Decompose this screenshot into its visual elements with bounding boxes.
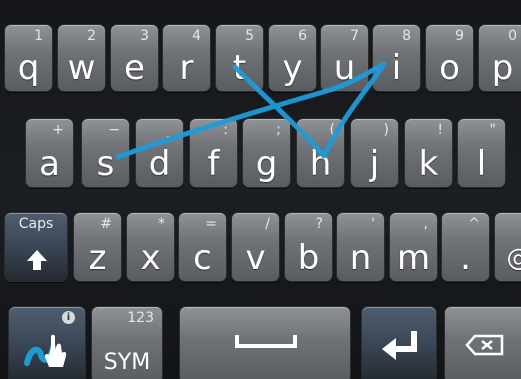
key-p-label: p: [491, 48, 514, 88]
key-y-sub: 6: [298, 28, 307, 44]
key-n-label: n: [349, 238, 372, 278]
key-w-label: w: [67, 48, 96, 88]
key-o-label: o: [439, 48, 460, 88]
caps-label: Caps: [18, 216, 54, 232]
key-f-sub: :: [223, 122, 228, 138]
key-b-label: b: [297, 238, 320, 278]
key-c[interactable]: = c: [178, 212, 227, 282]
key-t-label: t: [232, 48, 247, 88]
key-at-label: @: [495, 241, 521, 275]
swype-logo-icon: [24, 334, 67, 367]
key-z-sub: #: [100, 216, 112, 232]
key-k[interactable]: ! k: [404, 118, 453, 188]
key-m-sub: ,: [423, 216, 428, 232]
key-d-sub: _: [167, 122, 174, 138]
key-a[interactable]: + a: [25, 118, 74, 188]
key-p[interactable]: 0 p: [478, 24, 521, 92]
key-i-label: i: [391, 48, 402, 88]
key-b-sub: ?: [315, 216, 323, 232]
key-u-sub: 7: [350, 28, 359, 44]
sym-number-label: 123: [127, 310, 154, 326]
key-d[interactable]: _ d: [135, 118, 184, 188]
key-b[interactable]: ? b: [284, 212, 333, 282]
key-d-label: d: [148, 144, 171, 184]
info-badge: i: [62, 311, 75, 324]
key-g[interactable]: ; g: [242, 118, 291, 188]
enter-return-icon: [382, 331, 417, 360]
key-a-sub: +: [52, 122, 64, 138]
key-h-label: h: [309, 144, 332, 184]
key-s[interactable]: − s: [81, 118, 130, 188]
key-l[interactable]: " l: [457, 118, 506, 188]
key-v-label: v: [245, 238, 266, 278]
key-u[interactable]: 7 u: [320, 24, 369, 92]
sym-key[interactable]: 123 SYM: [91, 306, 163, 379]
key-h-sub: (: [329, 122, 335, 138]
backspace-key[interactable]: [444, 306, 521, 379]
key-q[interactable]: 1 q: [4, 24, 53, 92]
backspace-icon: [465, 334, 504, 356]
key-w-sub: 2: [87, 28, 96, 44]
swype-key[interactable]: i: [8, 306, 86, 379]
key-f[interactable]: : f: [189, 118, 238, 188]
key-g-sub: ;: [276, 122, 281, 138]
key-w[interactable]: 2 w: [57, 24, 106, 92]
key-y-label: y: [282, 48, 303, 88]
key-j[interactable]: ) j: [350, 118, 399, 188]
key-k-label: k: [418, 144, 439, 184]
key-e-label: e: [124, 48, 145, 88]
key-m-label: m: [396, 238, 431, 278]
key-m[interactable]: , m: [389, 212, 438, 282]
key-c-label: c: [193, 238, 212, 278]
key-o[interactable]: 9 o: [425, 24, 474, 92]
key-c-sub: =: [205, 216, 217, 232]
key-t-sub: 5: [245, 28, 254, 44]
key-e[interactable]: 3 e: [110, 24, 159, 92]
key-v[interactable]: / v: [231, 212, 280, 282]
key-e-sub: 3: [140, 28, 149, 44]
caps-key[interactable]: Caps: [4, 212, 68, 282]
key-period-label: .: [460, 238, 471, 278]
key-h[interactable]: ( h: [296, 118, 345, 188]
space-bar[interactable]: [179, 306, 351, 379]
key-s-sub: −: [108, 122, 120, 138]
key-p-sub: 0: [508, 28, 517, 44]
key-n-sub: ': [371, 216, 375, 232]
key-j-label: j: [369, 144, 380, 184]
key-k-sub: !: [437, 122, 443, 138]
key-v-sub: /: [265, 216, 270, 232]
key-r[interactable]: 4 r: [162, 24, 211, 92]
key-g-label: g: [255, 144, 278, 184]
key-x[interactable]: * x: [126, 212, 175, 282]
key-period-sub: ^: [468, 216, 480, 232]
sym-label: SYM: [103, 350, 151, 375]
key-z-label: z: [88, 238, 107, 278]
key-u-label: u: [333, 48, 356, 88]
enter-key[interactable]: [361, 306, 437, 379]
key-x-sub: *: [158, 216, 165, 232]
key-at[interactable]: ~ @: [494, 212, 521, 282]
key-z[interactable]: # z: [73, 212, 122, 282]
key-l-sub: ": [489, 122, 496, 138]
space-bar-icon: [235, 335, 297, 348]
key-n[interactable]: ' n: [336, 212, 385, 282]
key-f-label: f: [207, 144, 220, 184]
key-i[interactable]: 8 i: [372, 24, 421, 92]
swype-keyboard: 1 q 2 w 3 e 4 r 5 t 6 y 7 u 8 i 9 o 0 p …: [0, 0, 521, 379]
key-period[interactable]: ^ .: [441, 212, 490, 282]
up-arrow-icon: [27, 250, 47, 270]
key-s-label: s: [96, 144, 115, 184]
key-x-label: x: [140, 238, 161, 278]
key-y[interactable]: 6 y: [268, 24, 317, 92]
key-a-label: a: [39, 144, 60, 184]
key-q-label: q: [17, 48, 40, 88]
key-l-label: l: [476, 144, 487, 184]
key-r-sub: 4: [192, 28, 201, 44]
key-i-sub: 8: [402, 28, 411, 44]
key-t[interactable]: 5 t: [215, 24, 264, 92]
key-q-sub: 1: [34, 28, 43, 44]
key-o-sub: 9: [455, 28, 464, 44]
key-j-sub: ): [383, 122, 389, 138]
key-r-label: r: [179, 48, 194, 88]
